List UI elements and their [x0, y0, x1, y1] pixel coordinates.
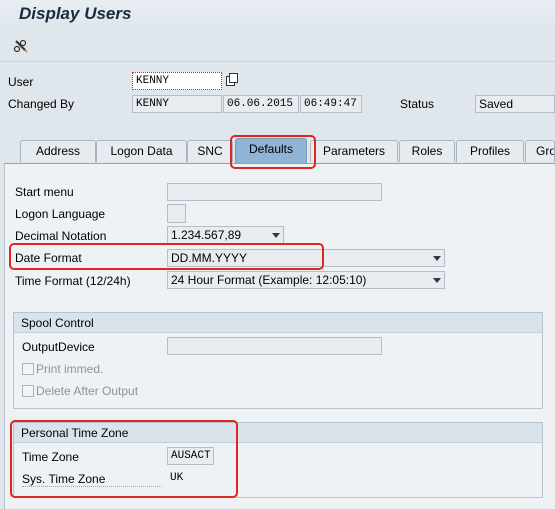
changed-time-field: 06:49:47: [300, 95, 362, 113]
logon-language-field[interactable]: [167, 204, 186, 223]
time-zone-label: Time Zone: [22, 450, 79, 464]
output-device-field[interactable]: [167, 337, 382, 355]
date-format-value: DD.MM.YYYY: [171, 251, 248, 265]
tab-address[interactable]: Address: [20, 140, 96, 162]
date-format-dropdown[interactable]: DD.MM.YYYY: [167, 249, 445, 267]
output-device-label: OutputDevice: [22, 340, 95, 354]
time-format-dropdown[interactable]: 24 Hour Format (Example: 12:05:10): [167, 271, 445, 289]
tab-profiles[interactable]: Profiles: [456, 140, 524, 162]
tab-roles[interactable]: Roles: [399, 140, 455, 162]
page-title: Display Users: [19, 4, 132, 23]
print-immed-checkbox[interactable]: [22, 363, 34, 375]
pen-glasses-icon[interactable]: [12, 37, 32, 55]
chevron-down-icon: [433, 278, 441, 283]
time-format-value: 24 Hour Format (Example: 12:05:10): [171, 273, 367, 287]
time-format-label: Time Format (12/24h): [15, 274, 131, 288]
user-label: User: [8, 75, 34, 89]
sys-time-zone-value: UK: [170, 472, 184, 484]
decimal-notation-dropdown[interactable]: 1.234.567,89: [167, 226, 284, 244]
divider: [22, 486, 162, 487]
spool-control-title: Spool Control: [14, 313, 542, 333]
status-label: Status: [400, 97, 435, 111]
date-format-label: Date Format: [15, 251, 82, 265]
changed-by-field: KENNY: [132, 95, 222, 113]
tab-groups[interactable]: Gro: [525, 140, 555, 162]
chevron-down-icon: [272, 233, 280, 238]
tab-snc[interactable]: SNC: [187, 140, 233, 162]
tab-logon-data[interactable]: Logon Data: [96, 140, 187, 162]
user-field[interactable]: KENNY: [132, 72, 222, 90]
tab-defaults[interactable]: Defaults: [235, 138, 307, 163]
decimal-notation-value: 1.234.567,89: [171, 228, 242, 242]
start-menu-label: Start menu: [15, 185, 74, 199]
logon-language-label: Logon Language: [15, 207, 106, 221]
chevron-down-icon: [433, 256, 441, 261]
tab-strip: Address Logon Data SNC Defaults Paramete…: [0, 135, 555, 163]
decimal-notation-label: Decimal Notation: [15, 229, 107, 243]
copy-icon[interactable]: [224, 72, 240, 88]
start-menu-field[interactable]: [167, 183, 382, 201]
application-toolbar: [0, 30, 555, 62]
time-zone-field[interactable]: AUSACT: [167, 447, 214, 465]
delete-after-output-label: Delete After Output: [36, 384, 139, 398]
sys-time-zone-label: Sys. Time Zone: [22, 472, 106, 486]
tab-parameters[interactable]: Parameters: [310, 140, 398, 162]
print-immed-label: Print immed.: [36, 362, 104, 376]
title-bar: Display Users: [0, 0, 555, 30]
delete-after-output-checkbox[interactable]: [22, 385, 34, 397]
changed-date-field: 06.06.2015: [223, 95, 299, 113]
status-field: Saved: [475, 95, 555, 113]
personal-time-zone-title: Personal Time Zone: [14, 423, 542, 443]
changed-by-label: Changed By: [8, 97, 75, 111]
